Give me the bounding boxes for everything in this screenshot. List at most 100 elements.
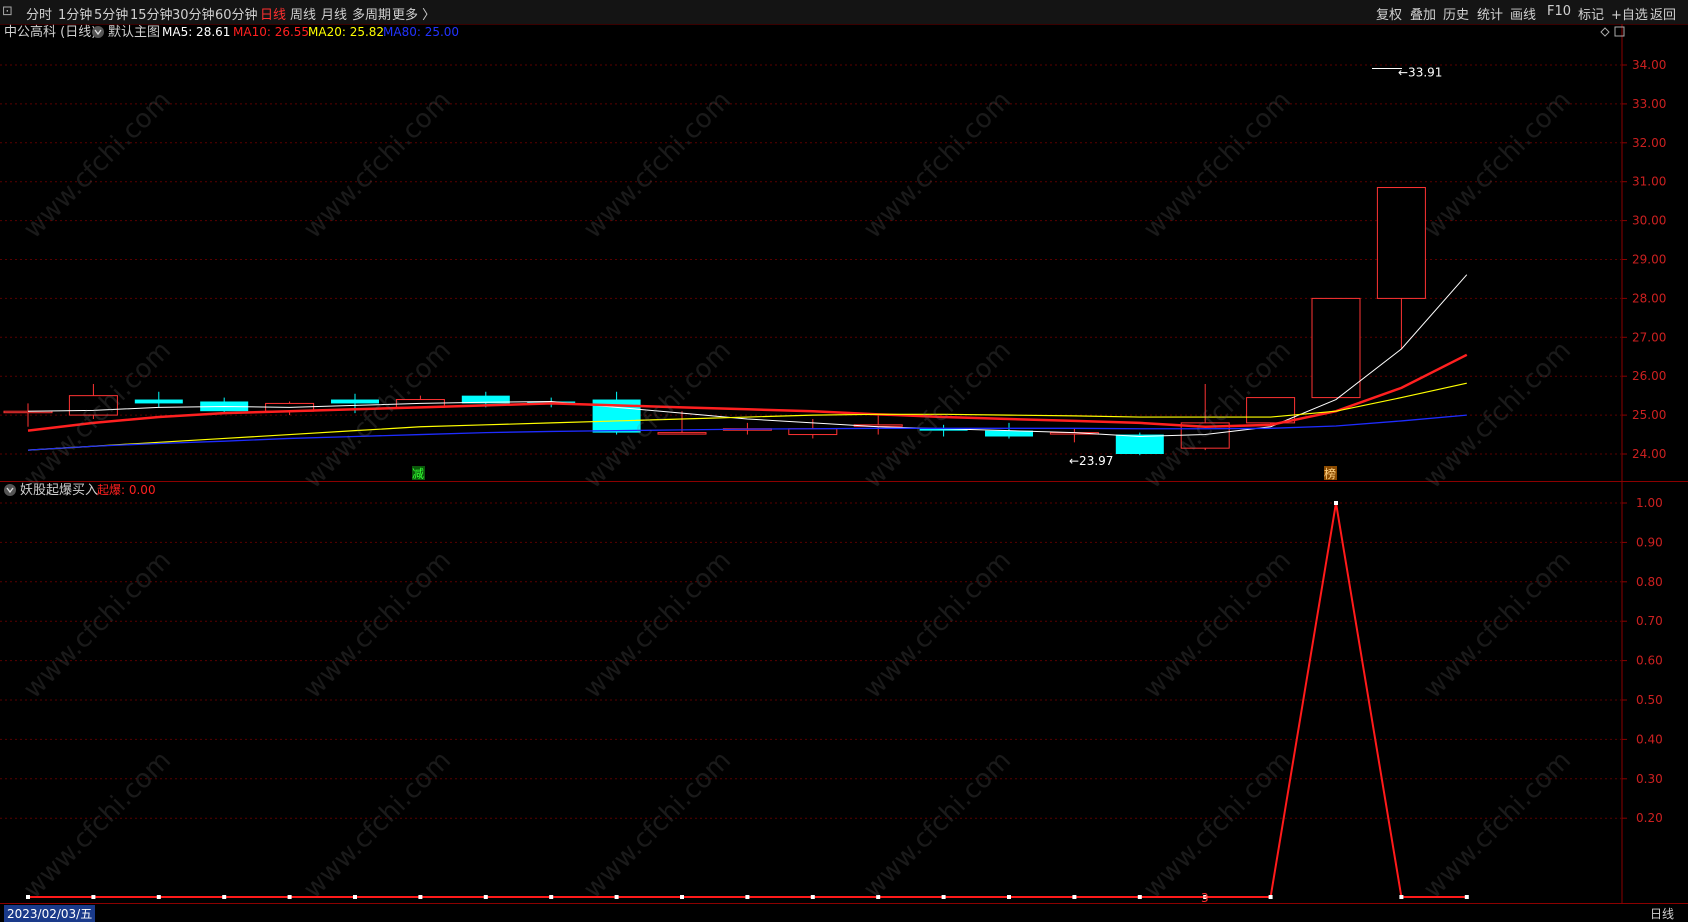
signal-marker: 3 [1201,891,1209,903]
indicator-panel[interactable]: 1.00 0.90 0.80 0.70 0.60 0.50 0.40 0.30 0.20 妖股起爆… [0,482,1688,905]
collapse-icon[interactable]: ⊡ [2,4,13,19]
toolbar-button-0[interactable]: 复权 [1376,4,1402,23]
candle[interactable] [395,395,445,408]
tab-period-4[interactable]: 30分钟 [172,4,215,23]
price-tick-label: 29.00 [1632,253,1666,267]
indicator-tick-label: 0.50 [1636,693,1663,707]
indicator-tick-label: 0.70 [1636,614,1663,628]
tab-period-1[interactable]: 1分钟 [58,4,92,23]
indicator-value: 起爆: 0.00 [97,483,156,497]
candle[interactable] [592,391,641,435]
candle-body-up [68,395,118,416]
indicator-tick-label: 0.60 [1636,654,1663,668]
marker-jian[interactable]: 减 [412,467,424,481]
signal-point[interactable] [1464,895,1469,899]
indicator-tick-label: 0.40 [1636,732,1663,746]
tab-period-8[interactable]: 月线 [321,4,347,23]
ma-legend-0: MA5: 28.61 [162,25,230,39]
signal-point[interactable] [1268,895,1273,899]
tab-period-3[interactable]: 15分钟 [130,4,173,23]
tab-period-6[interactable]: 日线 [260,4,286,23]
candle[interactable] [1376,187,1426,349]
signal-point[interactable] [91,895,96,899]
signal-point[interactable] [745,895,750,899]
toolbar-button-4[interactable]: 画线 [1510,4,1536,23]
tab-period-9[interactable]: 多周期 [352,4,391,23]
signal-point[interactable] [680,895,684,899]
price-tick-label: 32.00 [1632,136,1666,150]
signal-point[interactable] [549,895,554,899]
price-tick-label: 31.00 [1632,175,1666,189]
period-status-label[interactable]: 日线 [1650,905,1674,922]
indicator-title[interactable]: 妖股起爆买入 [20,483,98,498]
marker-bang[interactable]: 榜 [1324,466,1336,481]
candle[interactable] [1311,297,1361,399]
toolbar-button-8[interactable]: 返回 [1650,4,1676,23]
toolbar-button-3[interactable]: 统计 [1477,4,1503,23]
tab-period-10[interactable]: 更多 〉 [392,4,435,23]
price-tick-label: 25.00 [1632,408,1666,422]
indicator-tick-label: 0.80 [1636,575,1663,589]
indicator-tick-label: 1.00 [1636,496,1663,510]
signal-point[interactable] [483,895,488,899]
main-chart-panel[interactable]: 34.00 33.00 32.00 31.00 30.00 29.00 28.00 27.00… [0,24,1688,482]
signal-point[interactable] [353,895,357,899]
cursor-date-label: 2023/02/03/五 [4,905,96,922]
signal-point[interactable] [287,895,292,899]
signal-point[interactable] [614,895,619,899]
signal-point[interactable] [1399,895,1404,899]
candle-body-up [1246,397,1296,424]
candle[interactable] [1049,428,1099,443]
toolbar-button-5[interactable]: F10 [1547,4,1571,19]
tab-period-5[interactable]: 60分钟 [215,4,258,23]
candle-body-down [1115,434,1164,454]
low-price-label: ←23.97 [1069,454,1113,468]
candle[interactable] [200,397,249,414]
tab-period-0[interactable]: 分时 [26,4,52,23]
period-toolbar: ⊡ 分时 1分钟 5分钟 15分钟 30分钟 60分钟 日线 周线 月线 多周期 更多 〉 复权 叠加… [0,0,1688,25]
ma-legend-1: MA10: 26.55 [233,25,309,39]
candle[interactable] [919,424,968,437]
chart-template-label[interactable]: 默认主图 [108,24,160,40]
candle[interactable] [853,415,903,435]
candle[interactable] [265,401,315,416]
toolbar-button-7[interactable]: +自选 [1611,4,1648,23]
indicator-tick-label: 0.90 [1636,535,1663,549]
toolbar-button-2[interactable]: 历史 [1443,4,1469,23]
signal-point[interactable] [876,895,881,899]
diamond-icon[interactable] [1600,27,1610,37]
signal-point[interactable] [1137,895,1142,899]
signal-point[interactable] [26,895,30,899]
price-tick-label: 34.00 [1632,58,1666,72]
candle[interactable] [68,383,118,419]
candle-body-up [1311,297,1361,399]
tab-period-2[interactable]: 5分钟 [94,4,128,23]
tab-period-7[interactable]: 周线 [290,4,316,23]
panel-toggle-icon[interactable] [1614,26,1625,37]
price-tick-label: 28.00 [1632,291,1666,305]
signal-point[interactable] [1334,501,1338,505]
signal-point[interactable] [222,895,227,899]
signal-point[interactable] [941,895,946,899]
indicator-tick-label: 0.30 [1636,772,1663,786]
status-bar: 2023/02/03/五 日线 [0,903,1688,922]
template-dropdown-icon[interactable] [92,26,104,38]
stock-title: 中公高科 (日线) [4,24,96,40]
high-price-label: ←33.91 [1398,66,1442,80]
candle-body-up [657,432,707,435]
signal-point[interactable] [418,895,423,899]
indicator-dropdown-icon[interactable] [4,484,16,496]
candle[interactable] [134,391,183,408]
signal-point[interactable] [1072,895,1077,899]
price-tick-label: 30.00 [1632,214,1666,228]
indicator-chart[interactable]: 1.00 0.90 0.80 0.70 0.60 0.50 0.40 0.30 0.20 妖股起爆… [0,482,1688,905]
signal-point[interactable] [1007,895,1011,899]
signal-point[interactable] [156,895,161,899]
kline-chart[interactable]: 34.00 33.00 32.00 31.00 30.00 29.00 28.00 27.00… [0,24,1688,482]
candle-body-down [331,399,379,404]
signal-point[interactable] [810,895,815,899]
candle-body-up [788,428,838,436]
toolbar-button-6[interactable]: 标记 [1578,4,1604,23]
candle-body-up [1376,187,1426,299]
toolbar-button-1[interactable]: 叠加 [1410,4,1436,23]
